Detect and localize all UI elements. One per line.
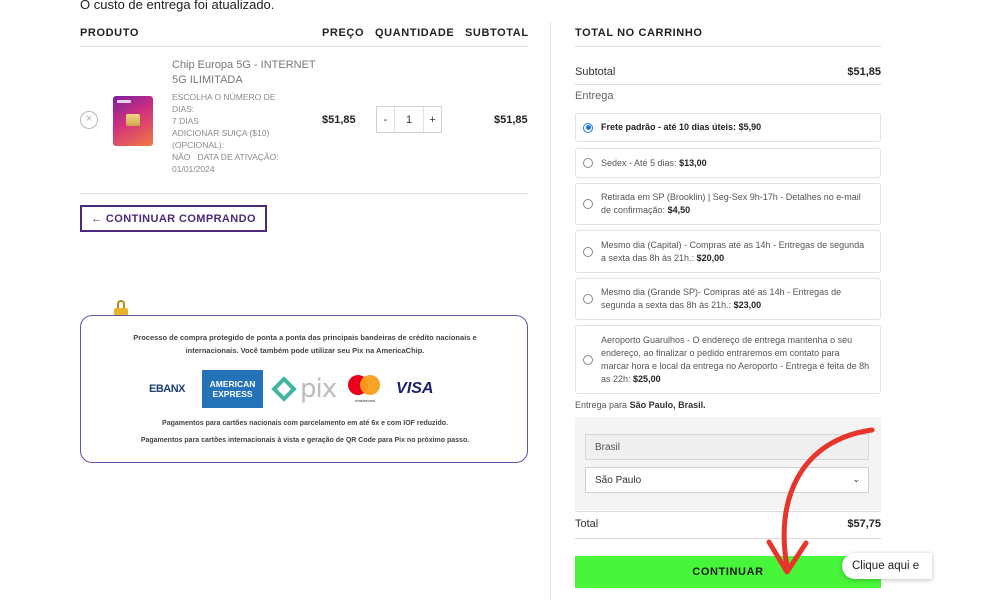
totals-header-divider (575, 46, 881, 47)
subtotal-label: Subtotal (575, 66, 616, 78)
close-circle-icon: × (85, 113, 93, 125)
shipping-option-price: $25,00 (633, 373, 661, 384)
pix-wordmark: pix (300, 374, 337, 404)
product-brand-mark (117, 100, 131, 103)
visa-logo: VISA (396, 380, 434, 397)
variation-line: ESCOLHA O NÚMERO DE (172, 92, 276, 102)
total-label: Total (575, 518, 599, 530)
state-select-value: São Paulo (595, 474, 642, 486)
total-bottom-divider (575, 538, 881, 539)
pix-logo: pix (271, 374, 337, 404)
continue-shopping-button[interactable]: ← CONTINUAR COMPRANDO (80, 205, 267, 232)
subtotal-divider (575, 84, 881, 85)
amex-logo: AMERICAN EXPRESS (202, 370, 264, 408)
secure-payment-text: Processo de compra protegido de ponta a … (133, 333, 477, 355)
col-header-product: PRODUTO (80, 27, 140, 39)
shipping-destination-value: São Paulo, Brasil. (629, 400, 706, 410)
header-divider (80, 46, 528, 47)
shipping-option[interactable]: Retirada em SP (Brooklin) | Seg-Sex 9h-1… (575, 183, 881, 225)
radio-selected[interactable] (583, 122, 593, 133)
col-header-price: PREÇO (322, 27, 365, 39)
shipping-option[interactable]: Frete padrão - até 10 dias úteis: $5,90 (575, 113, 881, 142)
quantity-field-wrap (395, 107, 423, 132)
quantity-decrease-button[interactable]: - (377, 107, 395, 132)
checkout-continue-button[interactable]: CONTINUAR (575, 556, 881, 588)
radio-unselected[interactable] (583, 354, 593, 365)
subtotal-value: $51,85 (847, 66, 881, 78)
cart-totals-title: TOTAL NO CARRINHO (575, 27, 703, 39)
shipping-option[interactable]: Mesmo dia (Capital) - Compras até as 14h… (575, 230, 881, 273)
shipping-option-price: $4,50 (667, 205, 691, 215)
item-subtotal: $51,85 (494, 114, 528, 126)
radio-unselected[interactable] (583, 158, 593, 168)
variation-line: 7 DIAS (172, 116, 199, 126)
shipping-option[interactable]: Mesmo dia (Grande SP)- Compras até as 14… (575, 278, 881, 320)
variation-line: DIAS: (172, 104, 195, 114)
shipping-option-text: Mesmo dia (Capital) - Compras até as 14h… (601, 239, 865, 263)
shipping-destination: Entrega para São Paulo, Brasil. (575, 400, 706, 410)
shipping-option[interactable]: Aeroporto Guarulhos - O endereço de entr… (575, 325, 881, 394)
amex-logo-line: EXPRESS (212, 389, 253, 399)
shipping-option-text: Mesmo dia (Grande SP)- Compras até as 14… (601, 287, 842, 310)
shipping-label: Entrega (575, 90, 614, 102)
international-cards-note: Pagamentos para cartões internacionais à… (140, 437, 470, 444)
total-divider (575, 511, 881, 512)
column-divider (550, 22, 551, 600)
col-header-subtotal: SUBTOTAL (465, 27, 529, 39)
mastercard-wordmark: mastercard (355, 398, 376, 403)
product-name-link[interactable]: Chip Europa 5G - INTERNET 5G ILIMITADA (172, 58, 322, 88)
amex-logo-line: AMERICAN (209, 379, 256, 389)
national-cards-note: Pagamentos para cartões nacionais com pa… (162, 420, 448, 427)
remove-item-button[interactable]: × (80, 111, 98, 129)
pix-diamond-icon (271, 376, 297, 402)
product-variations: ESCOLHA O NÚMERO DE DIAS: 7 DIAS ADICION… (172, 91, 297, 175)
quantity-stepper: - + (376, 106, 442, 133)
total-value: $57,75 (847, 518, 881, 530)
item-divider (80, 193, 528, 194)
cart-updated-notice: O custo de entrega foi atualizado. (80, 0, 275, 12)
item-price: $51,85 (322, 114, 356, 126)
quantity-increase-button[interactable]: + (423, 107, 441, 132)
col-header-quantity: QUANTIDADE (375, 27, 455, 39)
product-image[interactable] (113, 96, 153, 146)
shipping-destination-prefix: Entrega para (575, 400, 628, 410)
shipping-option-price: $13,00 (679, 157, 707, 168)
variation-line: 01/01/2024 (172, 164, 215, 174)
shipping-option-text: Retirada em SP (Brooklin) | Seg-Sex 9h-1… (601, 192, 861, 215)
shipping-option-text: Sedex - Até 5 dias: (601, 157, 677, 168)
sim-chip-graphic (126, 114, 140, 126)
payment-logos: EBANX AMERICAN EXPRESS pix mastercard VIS… (149, 370, 433, 408)
mastercard-logo: mastercard (346, 372, 384, 406)
ebanx-logo: EBANX (149, 383, 186, 395)
radio-unselected[interactable] (583, 246, 593, 257)
shipping-calculator: São Paulo ⌄ (575, 417, 881, 510)
radio-unselected[interactable] (583, 294, 593, 304)
variation-line: NÃO DATA DE ATIVAÇÃO: (172, 152, 279, 162)
chevron-down-icon: ⌄ (852, 474, 860, 484)
shipping-option[interactable]: Sedex - Até 5 dias: $13,00 (575, 148, 881, 178)
variation-line: (OPCIONAL): (172, 140, 224, 150)
chat-widget-bubble[interactable]: Clique aqui e (842, 553, 932, 579)
shipping-option-price: $20,00 (696, 252, 725, 263)
radio-unselected[interactable] (583, 199, 593, 209)
shipping-option-price: $23,00 (733, 300, 762, 310)
country-field[interactable] (585, 434, 869, 460)
shipping-option-text: Frete padrão - até 10 dias úteis: (601, 122, 737, 132)
state-select[interactable]: São Paulo ⌄ (585, 467, 869, 493)
shipping-option-price: $5,90 (738, 122, 762, 132)
secure-payment-box: Processo de compra protegido de ponta a … (80, 315, 528, 463)
variation-line: ADICIONAR SUIÇA ($10) (172, 128, 270, 138)
quantity-input[interactable] (395, 107, 423, 132)
